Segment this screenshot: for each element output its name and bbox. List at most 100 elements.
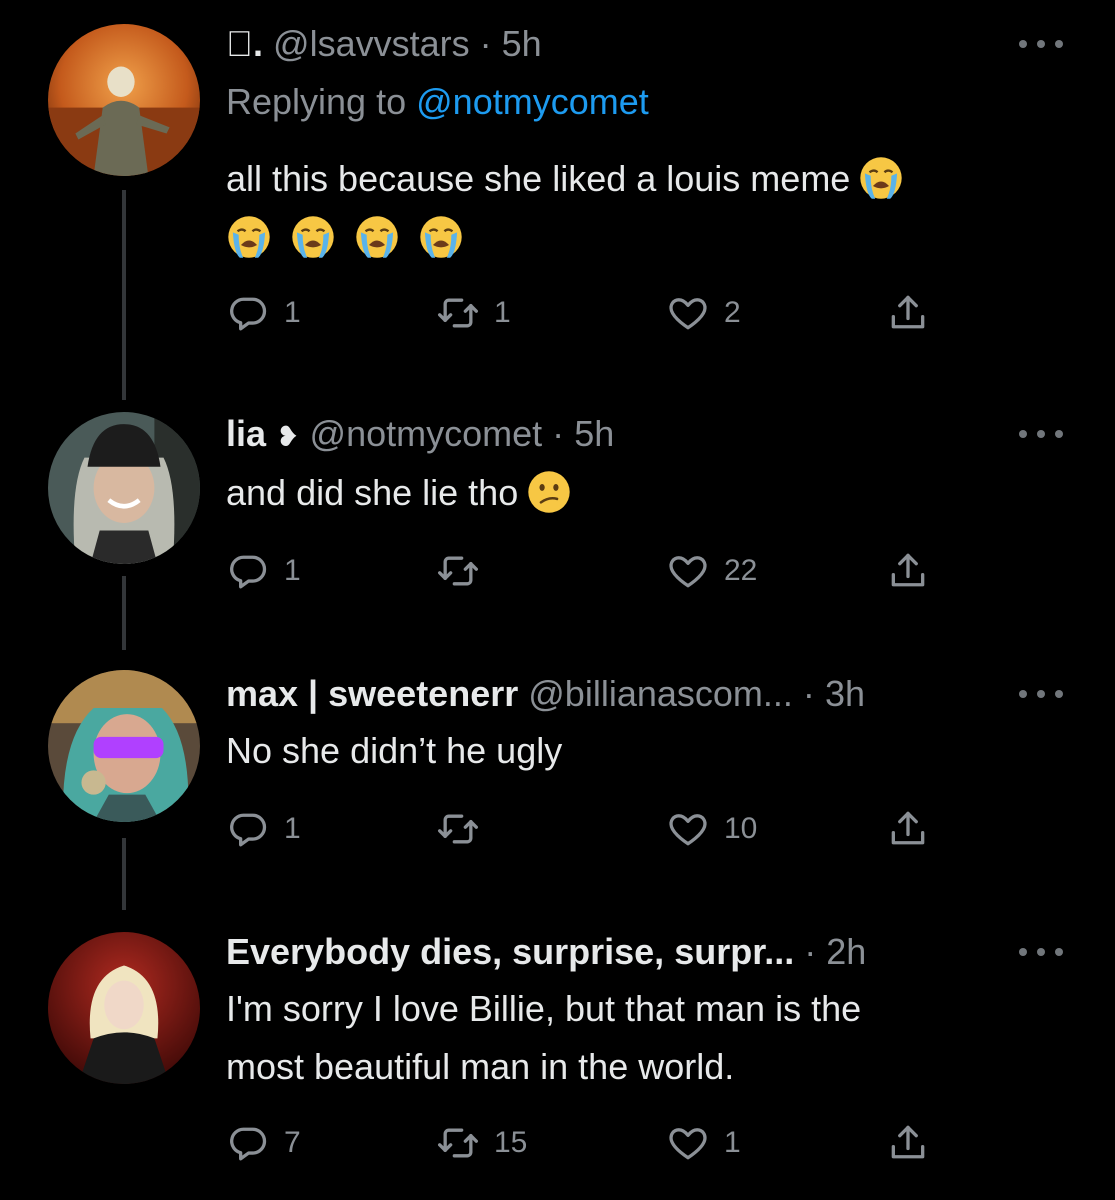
reply-icon xyxy=(226,291,270,335)
handle[interactable]: @notmycomet xyxy=(310,413,543,454)
emoji-row xyxy=(226,214,464,260)
more-dots-icon[interactable] xyxy=(1019,684,1063,704)
reply-count: 1 xyxy=(284,554,301,587)
reply-icon xyxy=(226,807,270,851)
loudly-crying-face-emoji xyxy=(226,214,272,260)
reply-button[interactable]: 1 xyxy=(226,288,301,338)
share-icon xyxy=(886,807,930,851)
timestamp[interactable]: 5h xyxy=(502,23,542,64)
tweet-2[interactable]: lia ❥ @notmycomet · 5h and did she lie t… xyxy=(0,400,1115,650)
confused-face-emoji xyxy=(526,469,572,515)
replying-handle-link[interactable]: @notmycomet xyxy=(416,81,649,122)
reply-count: 1 xyxy=(284,296,301,329)
tweet-text: No she didn’t he ugly xyxy=(226,722,1056,780)
action-bar: 7 15 1 xyxy=(226,1118,946,1168)
retweet-icon xyxy=(436,807,480,851)
tweet-4[interactable]: Everybody dies, surprise, surpr... · 2h … xyxy=(0,910,1115,1200)
heart-icon xyxy=(666,291,710,335)
reply-button[interactable]: 1 xyxy=(226,804,301,854)
tweet-text-content: No she didn’t he ugly xyxy=(226,730,563,771)
timestamp[interactable]: 2h xyxy=(826,931,866,972)
retweet-icon xyxy=(436,549,480,593)
retweet-count: 1 xyxy=(494,296,511,329)
tweet-3[interactable]: max | sweetenerr @billianascom... · 3h N… xyxy=(0,650,1115,910)
tweet-header: max | sweetenerr @billianascom... · 3h xyxy=(226,672,995,716)
share-button[interactable] xyxy=(886,1118,930,1168)
avatar[interactable] xyxy=(48,670,200,822)
like-button[interactable]: 22 xyxy=(666,546,757,596)
tweet-header: Everybody dies, surprise, surpr... · 2h xyxy=(226,930,995,974)
replying-to: Replying to @notmycomet xyxy=(226,80,649,124)
handle[interactable]: @lsavvstars xyxy=(273,23,470,64)
like-count: 22 xyxy=(724,554,758,587)
like-button[interactable]: 1 xyxy=(666,1118,741,1168)
reply-icon xyxy=(226,549,270,593)
thread-line xyxy=(122,190,126,400)
timestamp[interactable]: 3h xyxy=(825,673,865,714)
retweet-icon xyxy=(436,291,480,335)
avatar[interactable] xyxy=(48,412,200,564)
thread-line xyxy=(122,576,126,650)
retweet-button[interactable]: 15 xyxy=(436,1118,527,1168)
retweet-icon xyxy=(436,1121,480,1165)
tweet-text-line: most beautiful man in the world. xyxy=(226,1046,735,1087)
more-dots-icon[interactable] xyxy=(1019,942,1063,962)
replying-label: Replying to xyxy=(226,81,407,122)
loudly-crying-face-emoji xyxy=(354,214,400,260)
display-name[interactable]: max | sweetenerr xyxy=(226,673,518,714)
loudly-crying-face-emoji xyxy=(858,155,904,201)
tweet-header: . @lsavvstars · 5h xyxy=(226,22,1015,66)
tweet-text: all this because she liked a louis meme xyxy=(226,150,1056,208)
reply-button[interactable]: 1 xyxy=(226,546,301,596)
heart-icon xyxy=(666,549,710,593)
loudly-crying-face-emoji xyxy=(290,214,336,260)
separator-dot: · xyxy=(802,673,815,714)
loudly-crying-face-emoji xyxy=(418,214,464,260)
share-button[interactable] xyxy=(886,546,930,596)
retweet-button[interactable] xyxy=(436,804,480,854)
like-button[interactable]: 2 xyxy=(666,288,741,338)
tweet-text-line: I'm sorry I love Billie, but that man is… xyxy=(226,988,862,1029)
action-bar: 1 22 xyxy=(226,546,946,596)
retweet-button[interactable] xyxy=(436,546,480,596)
share-icon xyxy=(886,291,930,335)
tweet-1[interactable]: . @lsavvstars · 5h Replying to @notmyco… xyxy=(0,0,1115,400)
heart-icon xyxy=(666,1121,710,1165)
share-icon xyxy=(886,1121,930,1165)
display-name[interactable]: Everybody dies, surprise, surpr... xyxy=(226,931,794,972)
more-dots-icon[interactable] xyxy=(1019,424,1063,444)
like-count: 1 xyxy=(724,1126,741,1159)
tweet-header: lia ❥ @notmycomet · 5h xyxy=(226,412,1015,459)
heart-icon xyxy=(666,807,710,851)
tweet-text-content: and did she lie tho xyxy=(226,472,519,513)
display-name[interactable]: . xyxy=(226,23,273,64)
retweet-count: 15 xyxy=(494,1126,528,1159)
apple-logo-icon:  xyxy=(226,23,253,64)
retweet-button[interactable]: 1 xyxy=(436,288,511,338)
reply-count: 7 xyxy=(284,1126,301,1159)
action-bar: 1 10 xyxy=(226,804,946,854)
avatar[interactable] xyxy=(48,24,200,176)
share-button[interactable] xyxy=(886,288,930,338)
reply-button[interactable]: 7 xyxy=(226,1118,301,1168)
like-button[interactable]: 10 xyxy=(666,804,757,854)
separator-dot: · xyxy=(804,931,817,972)
handle[interactable]: @billianascom... xyxy=(528,673,793,714)
reply-count: 1 xyxy=(284,812,301,845)
avatar[interactable] xyxy=(48,932,200,1084)
share-icon xyxy=(886,549,930,593)
action-bar: 1 1 2 xyxy=(226,288,946,338)
tweet-text-content: all this because she liked a louis meme xyxy=(226,158,851,199)
tweet-text: and did she lie tho xyxy=(226,464,1056,522)
like-count: 2 xyxy=(724,296,741,329)
thread-line xyxy=(122,838,126,910)
share-button[interactable] xyxy=(886,804,930,854)
heart-exclamation-icon: ❥ xyxy=(276,421,300,452)
timestamp[interactable]: 5h xyxy=(574,413,614,454)
more-dots-icon[interactable] xyxy=(1019,34,1063,54)
tweet-text: I'm sorry I love Billie, but that man is… xyxy=(226,980,1056,1096)
separator-dot: · xyxy=(480,23,492,64)
reply-icon xyxy=(226,1121,270,1165)
display-name[interactable]: lia xyxy=(226,413,266,454)
separator-dot: · xyxy=(552,413,565,454)
